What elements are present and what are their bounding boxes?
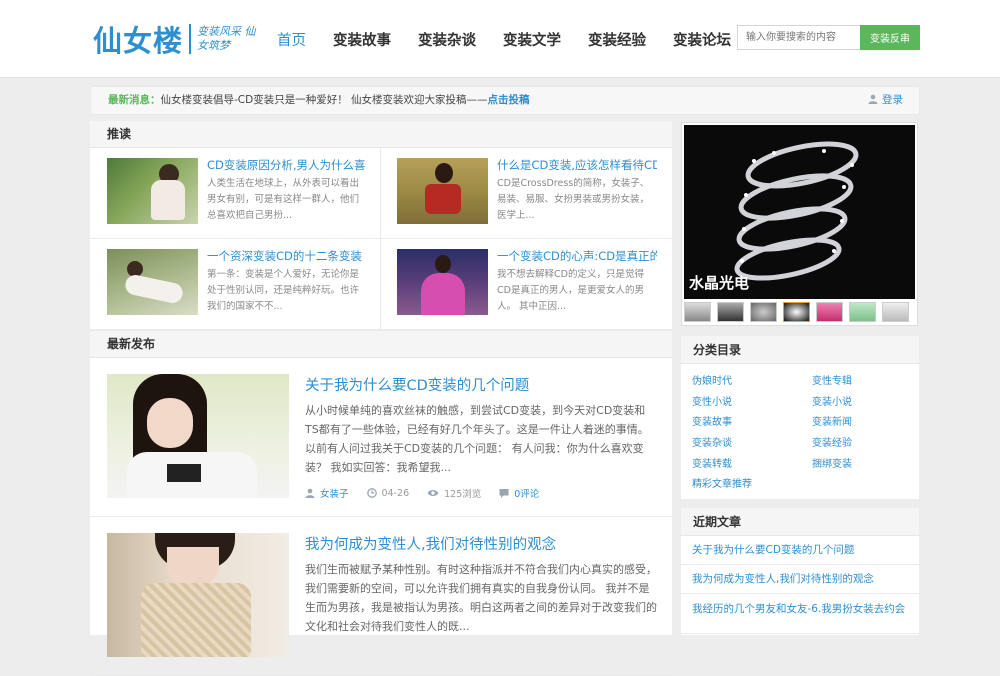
category-link[interactable]: 变装杂谈	[692, 434, 812, 455]
login-link[interactable]: 登录	[868, 87, 903, 114]
category-link[interactable]: 捆绑变装	[812, 455, 922, 476]
banner-thumb[interactable]	[816, 302, 843, 322]
category-link[interactable]: 变性小说	[692, 393, 812, 414]
recommend-card[interactable]: 一个资深变装CD的十二条变装 第一条：变装是个人爱好，无论你是处于性别认同，还是…	[90, 239, 381, 330]
main-nav: 首页 变装故事 变装杂谈 变装文学 变装经验 变装论坛	[264, 29, 758, 50]
recommend-card[interactable]: 什么是CD变装,应该怎样看待CD CD是CrossDress的简称，女装子、易装…	[381, 148, 672, 239]
banner-slider: 水晶光电	[681, 122, 918, 326]
notice-tag: 最新消息：	[108, 94, 161, 106]
category-link[interactable]: 伪娘时代	[692, 372, 812, 393]
recommend-card-title[interactable]: 什么是CD变装,应该怎样看待CD	[497, 158, 657, 173]
nav-literature[interactable]: 变装文学	[503, 29, 561, 50]
post-title[interactable]: 我为何成为变性人,我们对待性别的观念	[305, 533, 657, 554]
comment-icon	[499, 489, 509, 498]
recent-post-link[interactable]: 我经历的几个男友和女友-6.我男扮女装去约会	[681, 594, 919, 634]
post-excerpt: 我们生而被赋予某种性别。有时这种指派并不符合我们内心真实的感受，我们需要新的空间…	[305, 563, 657, 633]
category-box: 分类目录 伪娘时代 变性专辑 变性小说 变装小说 变装故事 变装新闻 变装杂谈 …	[681, 336, 919, 499]
banner-thumbnails	[684, 302, 915, 322]
logo-text: 仙女楼	[93, 24, 184, 58]
banner-thumb[interactable]	[882, 302, 909, 322]
recommend-card[interactable]: CD变装原因分析,男人为什么喜 人类生活在地球上，从外表可以看出男女有别，可是有…	[90, 148, 381, 239]
recommend-card-desc: 人类生活在地球上，从外表可以看出男女有别，可是有这样一群人，他们总喜欢把自己男扮…	[207, 178, 360, 221]
post-item: 我为何成为变性人,我们对待性别的观念 我们生而被赋予某种性别。有时这种指派并不符…	[90, 517, 672, 676]
banner-thumb[interactable]	[684, 302, 711, 322]
post-author-name: 女装子	[320, 489, 349, 500]
post-thumbnail[interactable]	[107, 374, 289, 498]
user-icon	[868, 94, 878, 104]
post-meta: 女装子 04-26 125浏览 0评论	[305, 486, 657, 500]
post-item: 关于我为什么要CD变装的几个问题 从小时候单纯的喜欢丝袜的触感，到尝试CD变装，…	[90, 358, 672, 517]
post-date-text: 04-26	[381, 487, 410, 499]
category-link[interactable]: 精彩文章推荐	[692, 475, 812, 496]
recommend-card[interactable]: 一个变装CD的心声:CD是真正的 我不想去解释CD的定义，只是觉得CD是真正的男…	[381, 239, 672, 330]
recommend-thumbnail[interactable]	[107, 249, 198, 315]
recommend-thumbnail[interactable]	[397, 158, 488, 224]
banner-caption: 水晶光电	[689, 274, 750, 292]
category-link[interactable]: 变装故事	[692, 413, 812, 434]
category-link[interactable]: 变装新闻	[812, 413, 922, 434]
eye-icon	[427, 490, 439, 496]
search-button[interactable]: 变装反串	[860, 25, 920, 50]
post-comments-text: 0评论	[514, 489, 540, 500]
recommend-card-title[interactable]: CD变装原因分析,男人为什么喜	[207, 158, 367, 173]
post-views-text: 125浏览	[444, 489, 482, 500]
category-link[interactable]: 变性专辑	[812, 372, 922, 393]
user-icon	[305, 488, 315, 498]
login-label: 登录	[882, 94, 903, 106]
recommend-card-title[interactable]: 一个变装CD的心声:CD是真正的	[497, 249, 657, 264]
recommend-card-desc: CD是CrossDress的简称，女装子、易装、易服、女扮男装或男扮女装，医学上…	[497, 178, 650, 221]
recommend-title: 推读	[90, 121, 672, 148]
recommend-grid: CD变装原因分析,男人为什么喜 人类生活在地球上，从外表可以看出男女有别，可是有…	[90, 148, 672, 330]
banner-thumb[interactable]	[750, 302, 777, 322]
category-link[interactable]: 变装转载	[692, 455, 812, 476]
banner-thumb[interactable]	[849, 302, 876, 322]
post-excerpt: 从小时候单纯的喜欢丝袜的触感，到尝试CD变装，到今天对CD变装和TS都有了一些体…	[305, 404, 649, 474]
category-list: 伪娘时代 变性专辑 变性小说 变装小说 变装故事 变装新闻 变装杂谈 变装经验 …	[681, 364, 919, 496]
nav-talk[interactable]: 变装杂谈	[418, 29, 476, 50]
recommend-card-title[interactable]: 一个资深变装CD的十二条变装	[207, 249, 367, 264]
submit-post-link[interactable]: 点击投稿	[488, 94, 530, 106]
post-thumbnail[interactable]	[107, 533, 289, 657]
recommend-card-desc: 第一条：变装是个人爱好，无论你是处于性别认同，还是纯粹好玩。也许我们的国家不不.…	[207, 269, 360, 312]
search-input[interactable]	[737, 25, 860, 50]
banner-thumb[interactable]	[783, 302, 810, 322]
banner-image[interactable]: 水晶光电	[684, 125, 915, 299]
post-date: 04-26	[366, 487, 410, 499]
recommend-thumbnail[interactable]	[397, 249, 488, 315]
nav-stories[interactable]: 变装故事	[333, 29, 391, 50]
banner-thumb[interactable]	[717, 302, 744, 322]
recent-posts-box: 近期文章 关于我为什么要CD变装的几个问题 我为何成为变性人,我们对待性别的观念…	[681, 508, 919, 635]
nav-experience[interactable]: 变装经验	[588, 29, 646, 50]
logo-slogan: 变装风采 仙女筑梦	[197, 25, 256, 52]
post-comments[interactable]: 0评论	[499, 486, 539, 500]
notice-text: 仙女楼变装倡导-CD变装只是一种爱好！ 仙女楼变装欢迎大家投稿——	[160, 94, 488, 106]
post-views: 125浏览	[427, 486, 481, 500]
nav-forum[interactable]: 变装论坛	[673, 29, 731, 50]
recommend-thumbnail[interactable]	[107, 158, 198, 224]
logo-divider	[189, 24, 192, 54]
latest-title: 最新发布	[90, 330, 672, 358]
main-content: 推读 CD变装原因分析,男人为什么喜 人类生活在地球上，从外表可以看出男女有别，…	[90, 121, 672, 676]
search-form: 变装反串	[737, 25, 920, 50]
category-link[interactable]: 变装经验	[812, 434, 922, 455]
clock-icon	[366, 488, 377, 498]
site-logo[interactable]: 仙女楼 变装风采 仙女筑梦	[93, 18, 259, 60]
recent-post-link[interactable]: 关于我为什么要CD变装的几个问题	[681, 536, 919, 565]
recent-post-link[interactable]: 我为何成为变性人,我们对待性别的观念	[681, 565, 919, 594]
category-title: 分类目录	[681, 336, 919, 364]
post-author[interactable]: 女装子	[305, 486, 349, 500]
category-link[interactable]: 变装小说	[812, 393, 922, 414]
site-header: 仙女楼 变装风采 仙女筑梦 首页 变装故事 变装杂谈 变装文学 变装经验 变装论…	[0, 0, 1000, 78]
recommend-card-desc: 我不想去解释CD的定义，只是觉得CD是真正的男人，是更爱女人的男人。 其中正因.…	[497, 269, 644, 312]
recent-posts-title: 近期文章	[681, 508, 919, 536]
nav-home[interactable]: 首页	[277, 29, 306, 50]
notice-bar: 最新消息：仙女楼变装倡导-CD变装只是一种爱好！ 仙女楼变装欢迎大家投稿——点击…	[90, 86, 920, 115]
post-title[interactable]: 关于我为什么要CD变装的几个问题	[305, 374, 657, 395]
